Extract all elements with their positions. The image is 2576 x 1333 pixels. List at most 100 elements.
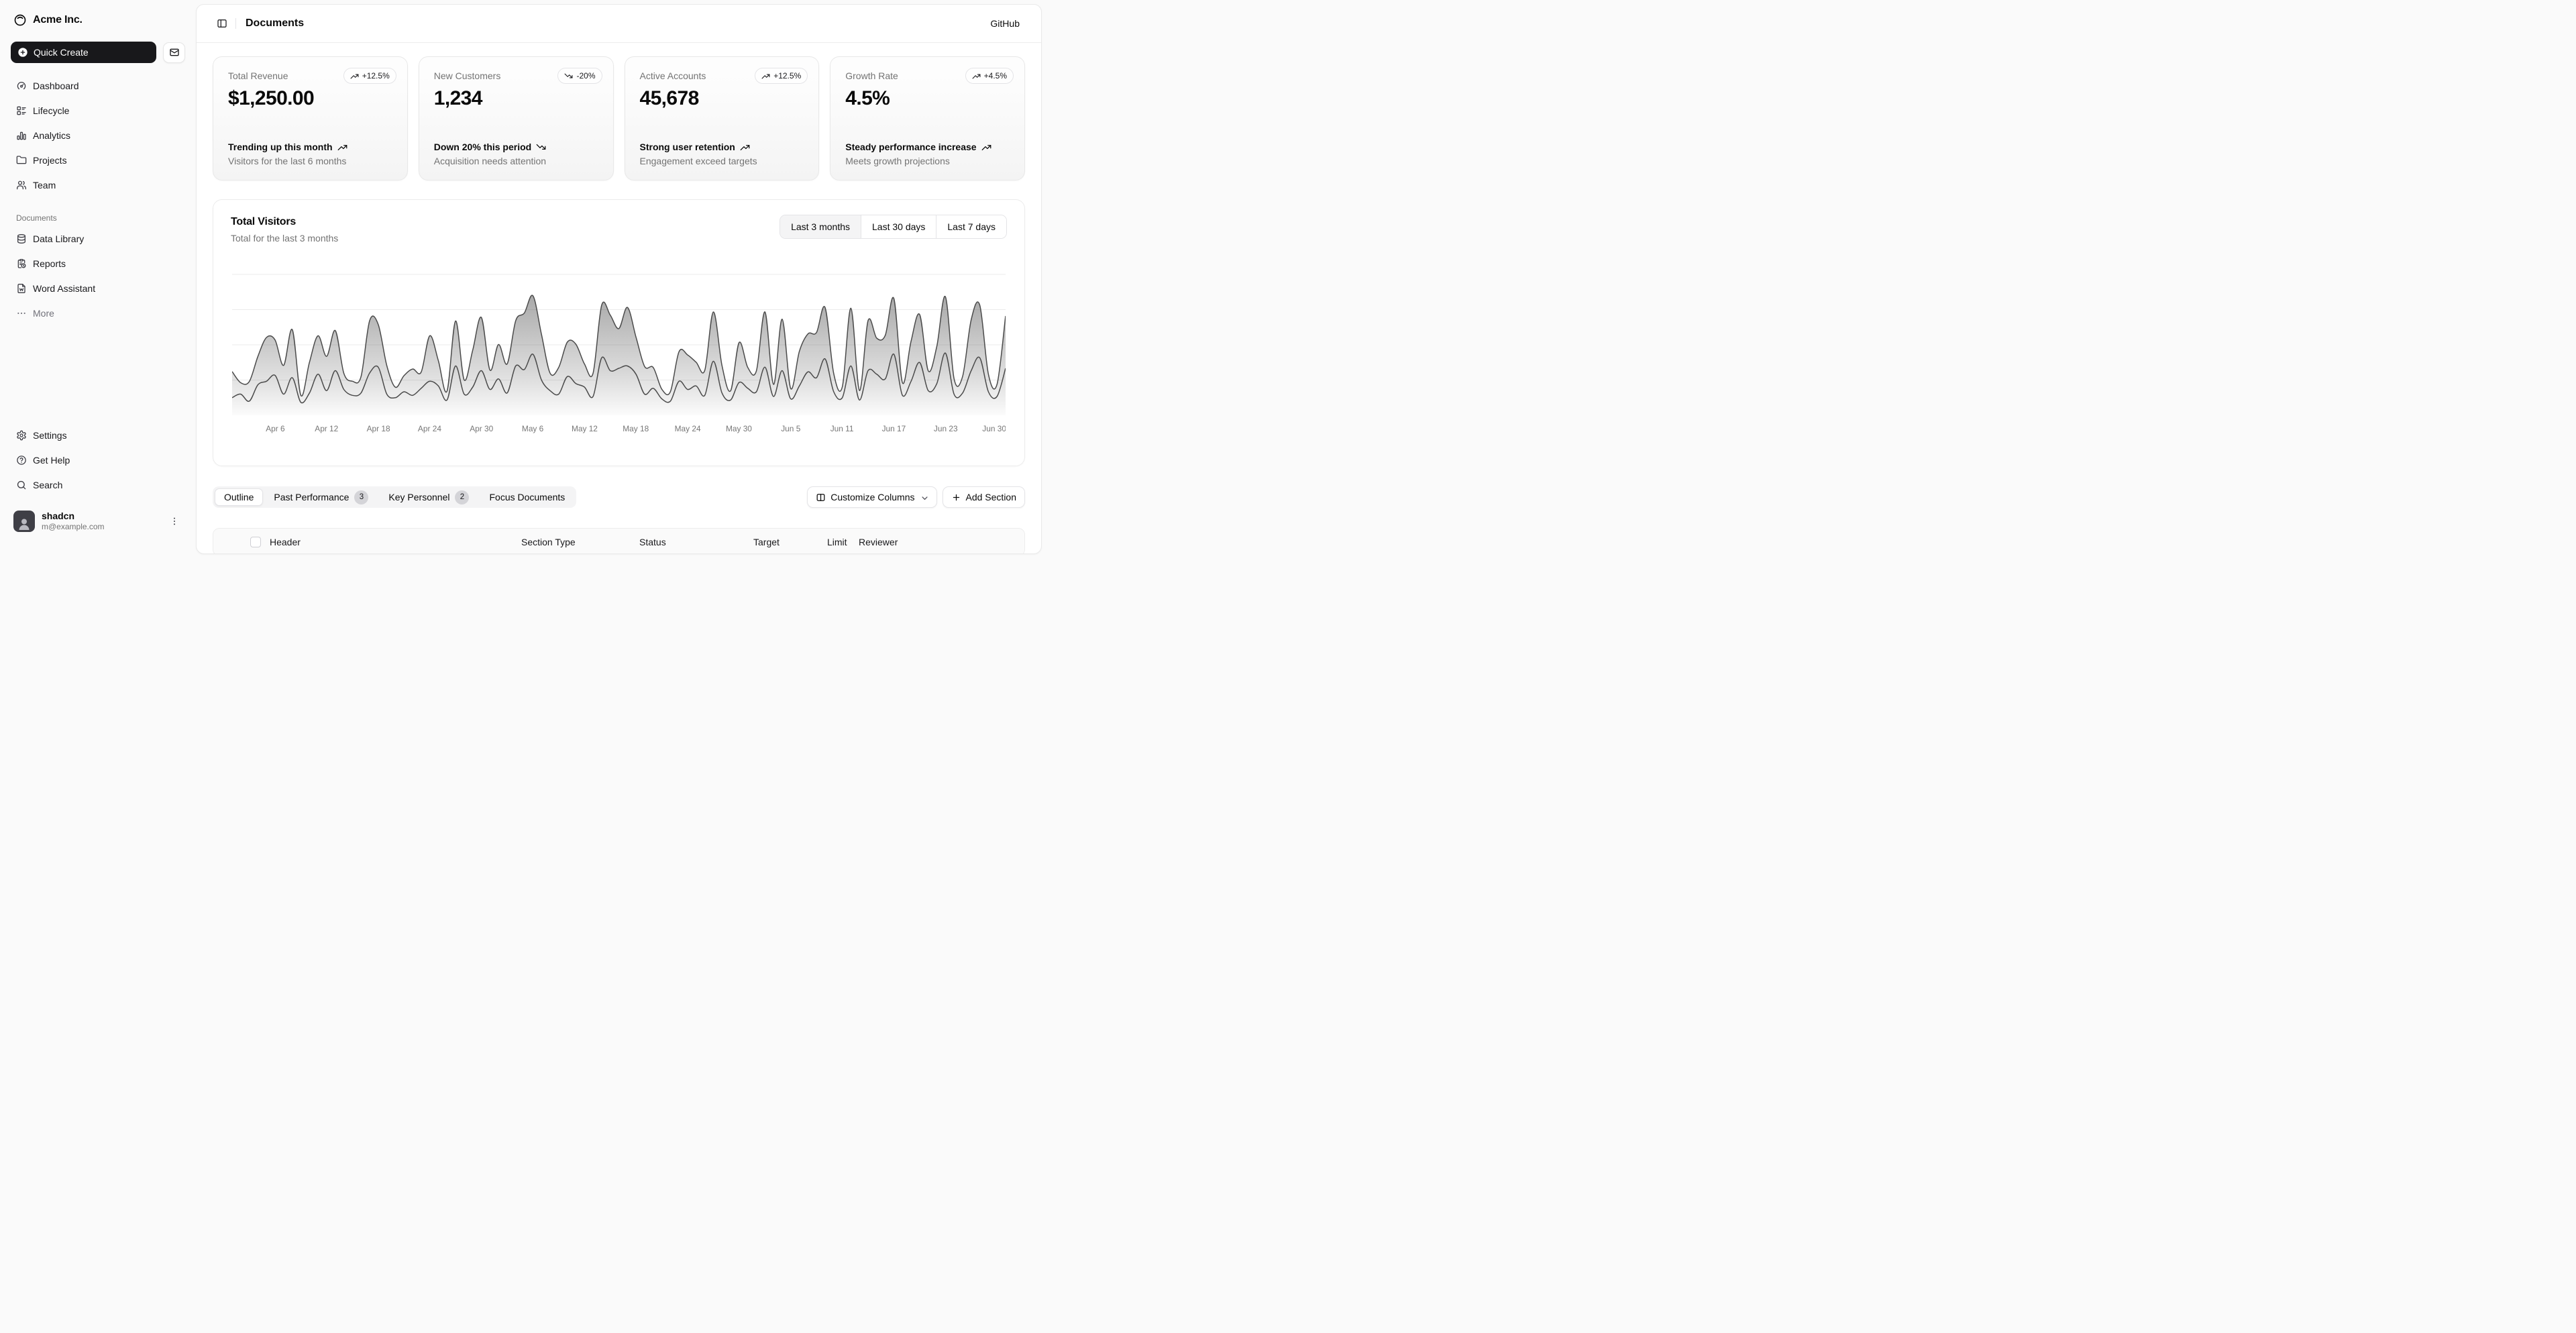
panel-left-icon	[217, 18, 227, 29]
content: Total Revenue+12.5%$1,250.00Trending up …	[197, 43, 1041, 554]
stat-footer: Down 20% this periodAcquisition needs at…	[434, 142, 598, 166]
sidebar-nav-main: Dashboard Lifecycle Analytics Projects Team	[11, 75, 185, 196]
area-chart-svg[interactable]: Apr 6Apr 12Apr 18Apr 24Apr 30May 6May 12…	[232, 266, 1006, 435]
sidebar-item-data-library[interactable]: Data Library	[11, 228, 185, 250]
add-section-button[interactable]: Add Section	[943, 486, 1026, 508]
sidebar-toggle-button[interactable]	[213, 14, 231, 33]
sidebar-item-team[interactable]: Team	[11, 174, 185, 196]
stat-badge-value: +12.5%	[773, 71, 801, 81]
column-header-section-type: Section Type	[521, 529, 576, 554]
user-meta: shadcn m@example.com	[42, 511, 160, 533]
column-header-limit: Limit	[827, 529, 847, 554]
sidebar-item-label: Team	[33, 180, 56, 191]
x-axis-tick: May 18	[623, 424, 649, 433]
trending-up-icon	[740, 142, 750, 152]
x-axis-tick: Jun 23	[934, 424, 958, 433]
circle-plus-icon	[17, 47, 28, 58]
tab-focus-documents[interactable]: Focus Documents	[480, 488, 574, 506]
sidebar-item-word-assistant[interactable]: Word Assistant	[11, 278, 185, 299]
sidebar-item-lifecycle[interactable]: Lifecycle	[11, 100, 185, 121]
tab-past-performance[interactable]: Past Performance3	[264, 488, 378, 506]
x-axis-tick: Apr 30	[470, 424, 493, 433]
header-divider	[235, 18, 236, 29]
trending-up-icon	[761, 72, 770, 81]
customize-columns-button[interactable]: Customize Columns	[807, 486, 936, 508]
user-menu[interactable]: shadcn m@example.com	[11, 508, 185, 535]
column-header-status: Status	[639, 529, 666, 554]
x-axis-tick: Jun 5	[781, 424, 800, 433]
x-axis-tick: Jun 30	[982, 424, 1006, 433]
dots-icon	[16, 308, 27, 319]
users-icon	[16, 180, 27, 191]
visitors-area-chart[interactable]: Apr 6Apr 12Apr 18Apr 24Apr 30May 6May 12…	[232, 266, 1006, 435]
x-axis-tick: May 12	[572, 424, 598, 433]
sidebar-item-get-help[interactable]: Get Help	[11, 449, 185, 471]
sidebar-nav-documents: Data Library Reports Word Assistant More	[11, 228, 185, 324]
sidebar-item-analytics[interactable]: Analytics	[11, 125, 185, 146]
table-header-row: HeaderSection TypeStatusTargetLimitRevie…	[213, 529, 1024, 554]
stat-badge-value: -20%	[576, 71, 595, 81]
page-header: Documents GitHub	[197, 5, 1041, 43]
sections-table: HeaderSection TypeStatusTargetLimitRevie…	[213, 528, 1025, 554]
stat-trend-badge: -20%	[557, 68, 602, 84]
stat-footer-sub: Visitors for the last 6 months	[228, 156, 392, 166]
stat-badge-value: +4.5%	[984, 71, 1007, 81]
report-icon	[16, 258, 27, 269]
stat-trend-badge: +12.5%	[343, 68, 396, 84]
stat-value: 1,234	[434, 87, 598, 110]
tab-label: Past Performance	[274, 492, 349, 502]
logo-icon	[13, 13, 27, 27]
range-option-last-7-days[interactable]: Last 7 days	[936, 215, 1006, 238]
sidebar-item-projects[interactable]: Projects	[11, 150, 185, 171]
section-tabs: OutlinePast Performance3Key Personnel2 Fo…	[213, 486, 576, 508]
trending-down-icon	[564, 72, 573, 81]
sidebar-item-settings[interactable]: Settings	[11, 425, 185, 446]
sidebar-section-label: Documents	[11, 213, 185, 223]
stat-footer: Steady performance increaseMeets growth …	[845, 142, 1010, 166]
chevron-down-icon	[920, 493, 930, 503]
sidebar-item-reports[interactable]: Reports	[11, 253, 185, 274]
x-axis-tick: Apr 18	[367, 424, 390, 433]
quick-create-button[interactable]: Quick Create	[11, 42, 156, 63]
github-link[interactable]: GitHub	[985, 14, 1025, 33]
circle-plus-icon	[17, 47, 28, 58]
tab-label: Key Personnel	[388, 492, 449, 502]
quick-create-label: Quick Create	[34, 47, 89, 58]
range-option-last-3-months[interactable]: Last 3 months	[780, 215, 861, 238]
sidebar-item-label: Reports	[33, 258, 66, 269]
stat-trend-badge: +12.5%	[755, 68, 808, 84]
gauge-icon	[16, 81, 27, 91]
tab-outline[interactable]: Outline	[215, 488, 263, 506]
x-axis-tick: May 6	[522, 424, 544, 433]
range-option-last-30-days[interactable]: Last 30 days	[861, 215, 936, 238]
user-silhouette-icon	[16, 516, 32, 532]
org-switcher[interactable]: Acme Inc.	[11, 9, 185, 31]
chart-bar-icon	[16, 130, 27, 141]
sidebar-item-search[interactable]: Search	[11, 474, 185, 496]
panel-left-icon	[217, 18, 227, 29]
help-icon	[16, 455, 27, 466]
stat-card-growth-rate: Growth Rate+4.5%4.5%Steady performance i…	[830, 56, 1025, 180]
logo-icon	[13, 13, 27, 27]
sidebar-item-dashboard[interactable]: Dashboard	[11, 75, 185, 97]
customize-columns-label: Customize Columns	[830, 492, 914, 502]
x-axis-tick: Jun 11	[830, 424, 854, 433]
tab-key-personnel[interactable]: Key Personnel2	[379, 488, 478, 506]
select-all-checkbox[interactable]	[250, 537, 261, 547]
sidebar-item-label: Settings	[33, 430, 67, 441]
stat-trend-badge: +4.5%	[965, 68, 1014, 84]
sidebar-item-more[interactable]: More	[11, 303, 185, 324]
mail-icon	[169, 47, 180, 58]
x-axis-tick: May 30	[726, 424, 752, 433]
stat-card-active-accounts: Active Accounts+12.5%45,678Strong user r…	[625, 56, 820, 180]
x-axis-tick: Apr 24	[418, 424, 441, 433]
sidebar-item-label: Data Library	[33, 233, 84, 244]
main-panel: Documents GitHub Total Revenue+12.5%$1,2…	[196, 4, 1042, 554]
plus-icon	[951, 492, 961, 502]
tab-label: Focus Documents	[489, 492, 565, 502]
x-axis-tick: Jun 17	[882, 424, 906, 433]
inbox-button[interactable]	[163, 42, 185, 63]
dots-vertical-icon[interactable]	[166, 513, 182, 530]
stat-card-total-revenue: Total Revenue+12.5%$1,250.00Trending up …	[213, 56, 408, 180]
stat-footer-title: Steady performance increase	[845, 142, 976, 152]
